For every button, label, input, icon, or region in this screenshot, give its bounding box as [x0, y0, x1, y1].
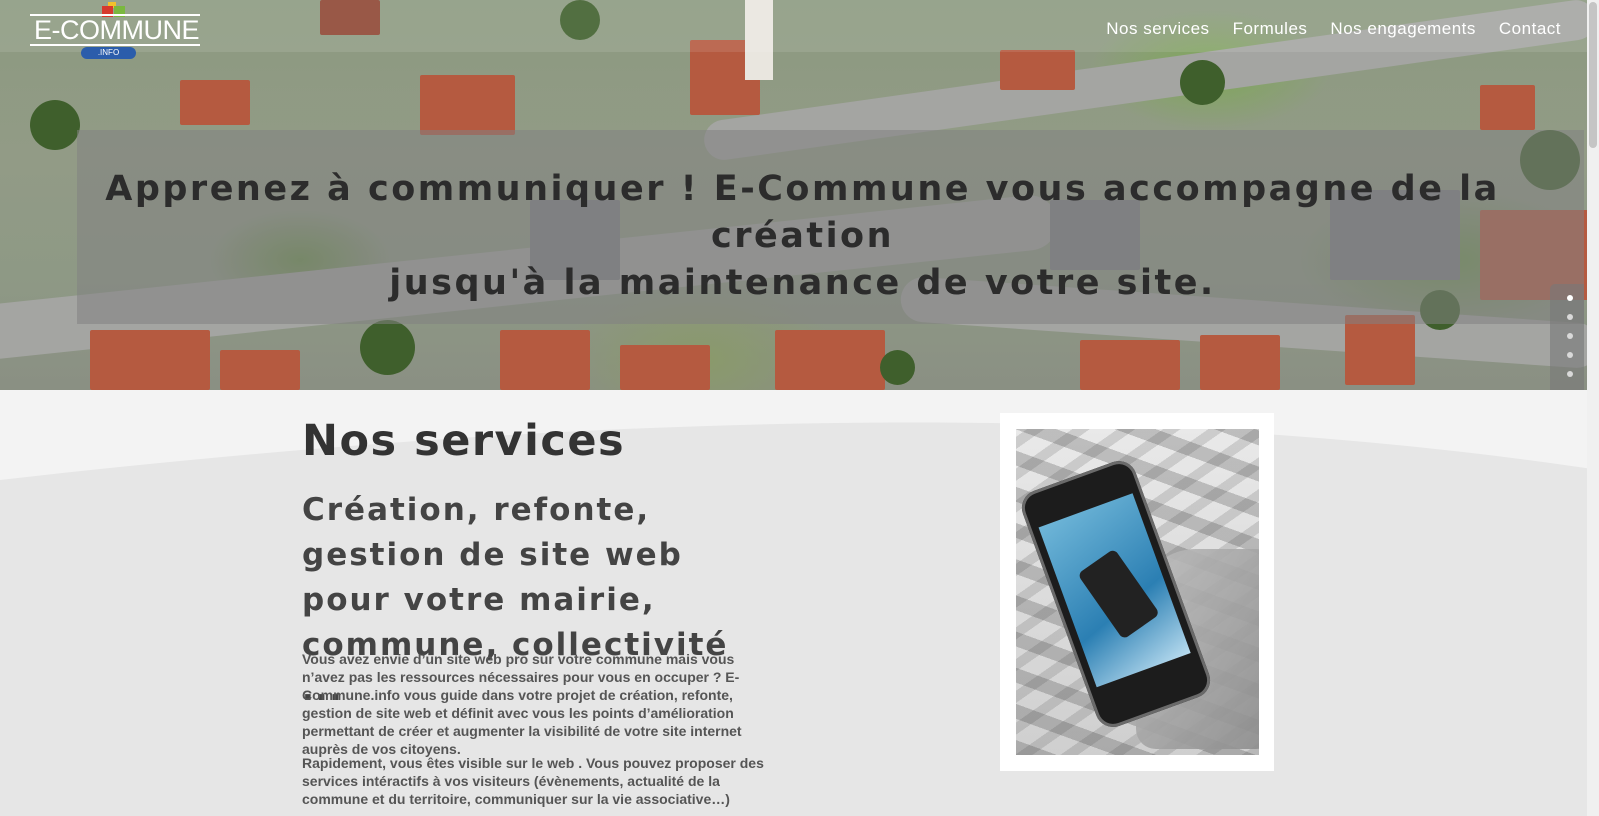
- logo-wordmark: E-COMMUNE: [34, 15, 200, 45]
- logo-badge: .INFO: [81, 47, 136, 59]
- hero-headline-line-1: Apprenez à communiquer ! E-Commune vous …: [105, 169, 1500, 256]
- section-dot-4[interactable]: [1567, 352, 1573, 358]
- services-paragraph-2: Rapidement, vous êtes visible sur le web…: [302, 755, 764, 807]
- smartphone-in-hand-image: [1016, 429, 1259, 755]
- hero-section: E-COMMUNE .INFO Nos services Formules No…: [0, 0, 1599, 396]
- nav-link-nos-services[interactable]: Nos services: [1106, 19, 1209, 39]
- site-logo[interactable]: E-COMMUNE .INFO: [30, 2, 200, 59]
- section-divider-wave: [0, 390, 1599, 490]
- section-dot-1[interactable]: [1567, 295, 1573, 301]
- section-dot-2[interactable]: [1567, 314, 1573, 320]
- nav-link-contact[interactable]: Contact: [1499, 19, 1561, 39]
- services-heading: Nos services: [302, 416, 626, 466]
- services-image-frame: [1000, 413, 1274, 771]
- page-scrollbar[interactable]: [1587, 0, 1599, 816]
- hero-headline-line-2: jusqu'à la maintenance de votre site.: [389, 263, 1216, 303]
- main-nav: Nos services Formules Nos engagements Co…: [1106, 19, 1561, 39]
- nav-link-formules[interactable]: Formules: [1233, 19, 1308, 39]
- hero-headline: Apprenez à communiquer ! E-Commune vous …: [77, 166, 1528, 307]
- section-dot-navigation: [1550, 284, 1584, 396]
- section-dot-3[interactable]: [1567, 333, 1573, 339]
- services-paragraph-1: Vous avez envie d’un site web pro sur vo…: [302, 651, 742, 757]
- scrollbar-thumb[interactable]: [1589, 2, 1597, 148]
- nav-link-nos-engagements[interactable]: Nos engagements: [1330, 19, 1475, 39]
- services-background: [0, 480, 1587, 816]
- section-dot-5[interactable]: [1567, 371, 1573, 377]
